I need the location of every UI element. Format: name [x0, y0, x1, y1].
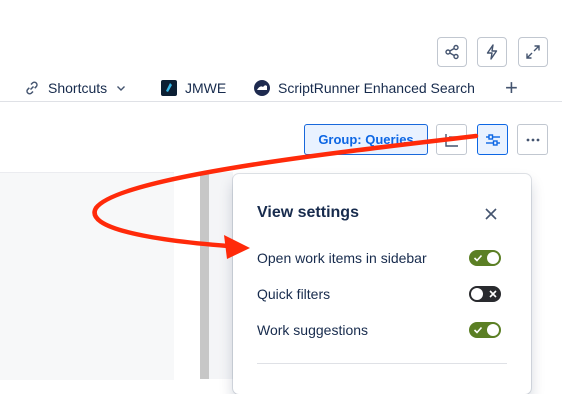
- share-icon: [445, 44, 459, 60]
- scrollbar-track: [209, 172, 233, 379]
- setting-open-in-sidebar: Open work items in sidebar: [257, 248, 507, 268]
- apps-nav-bar: Shortcuts JMWE ScriptRunner Enhanced Sea…: [0, 74, 562, 102]
- work-suggestions-toggle[interactable]: [469, 322, 501, 338]
- expand-icon: [526, 45, 540, 59]
- jmwe-app-icon: [161, 80, 177, 96]
- chevron-down-icon: [117, 86, 126, 91]
- quick-filters-toggle[interactable]: [469, 286, 501, 302]
- panel-divider: [257, 363, 507, 364]
- check-icon: [473, 254, 483, 262]
- scrollbar-thumb[interactable]: [200, 172, 209, 379]
- close-icon: [485, 208, 497, 220]
- nav-scriptrunner-label: ScriptRunner Enhanced Search: [278, 80, 475, 96]
- plus-icon: +: [505, 75, 518, 100]
- nav-jmwe[interactable]: JMWE: [161, 78, 226, 98]
- lightning-icon: [486, 44, 498, 60]
- view-settings-title: View settings: [257, 204, 359, 221]
- nav-shortcuts[interactable]: Shortcuts: [24, 78, 127, 98]
- nav-jmwe-label: JMWE: [185, 80, 227, 96]
- check-icon: [473, 326, 483, 334]
- cross-icon: [489, 290, 497, 298]
- more-actions-button[interactable]: [517, 124, 548, 155]
- scriptrunner-app-icon: [254, 80, 270, 96]
- group-by-label: Group: Queries: [318, 132, 414, 147]
- nav-add-button[interactable]: +: [505, 75, 518, 100]
- setting-label: Work suggestions: [257, 322, 369, 338]
- view-settings-button[interactable]: [477, 124, 508, 155]
- nav-scriptrunner[interactable]: ScriptRunner Enhanced Search: [254, 78, 475, 98]
- nav-shortcuts-label: Shortcuts: [48, 80, 108, 96]
- setting-quick-filters: Quick filters: [257, 284, 507, 304]
- fullscreen-button[interactable]: [518, 37, 548, 67]
- automation-button[interactable]: [477, 37, 507, 67]
- link-icon: [26, 81, 38, 95]
- sliders-icon: [485, 133, 500, 146]
- layout-button[interactable]: [436, 124, 467, 155]
- more-dots-icon: [526, 138, 539, 141]
- group-by-button[interactable]: Group: Queries: [304, 124, 428, 155]
- open-in-sidebar-toggle[interactable]: [469, 250, 501, 266]
- setting-label: Open work items in sidebar: [257, 250, 427, 266]
- share-button[interactable]: [437, 37, 467, 67]
- close-panel-button[interactable]: [479, 202, 503, 226]
- work-items-list-pane: [0, 172, 174, 380]
- layout-icon: [444, 133, 458, 147]
- setting-work-suggestions: Work suggestions: [257, 320, 507, 340]
- view-settings-panel: View settings Open work items in sidebar…: [233, 174, 531, 394]
- setting-label: Quick filters: [257, 286, 331, 302]
